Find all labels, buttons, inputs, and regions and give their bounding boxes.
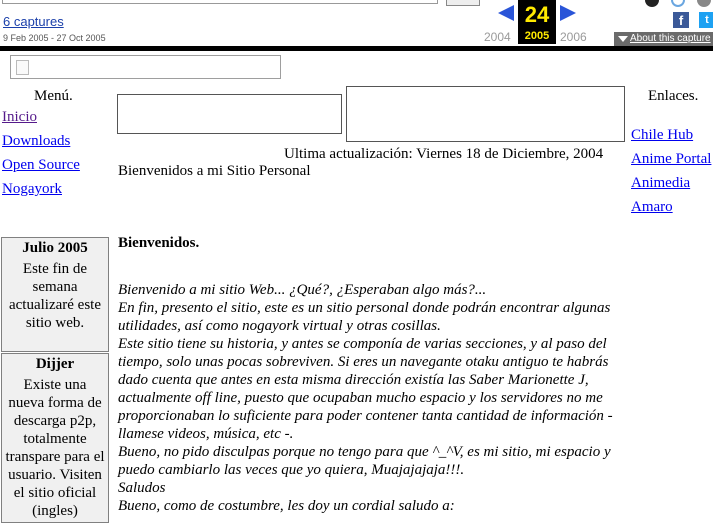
- capture-day: 24: [524, 2, 550, 27]
- facebook-icon[interactable]: f: [673, 12, 689, 28]
- menu-link-inicio[interactable]: Inicio: [2, 109, 37, 126]
- link-chile-hub[interactable]: Chile Hub: [631, 127, 693, 144]
- capture-date-range: 9 Feb 2005 - 27 Oct 2005: [3, 33, 106, 43]
- content-body: Bienvenido a mi sitio Web... ¿Qué?, ¿Esp…: [118, 281, 618, 515]
- url-input[interactable]: [2, 0, 438, 4]
- menu-link-open-source[interactable]: Open Source: [2, 157, 80, 174]
- prev-year-link[interactable]: 2004: [484, 30, 511, 44]
- news-box-dijjer: Dijjer Existe una nueva forma de descarg…: [1, 353, 109, 523]
- links-title: Enlaces.: [648, 88, 699, 104]
- content-paragraph: Bienvenido a mi sitio Web... ¿Qué?, ¿Esp…: [118, 282, 487, 298]
- content-title: Bienvenidos.: [118, 235, 200, 251]
- twitter-icon[interactable]: t: [699, 12, 713, 28]
- welcome-heading: Bienvenidos a mi Sitio Personal: [118, 163, 311, 179]
- menu-title: Menú.: [34, 88, 73, 104]
- news-box-body: Este fin de semana actualizaré este siti…: [8, 261, 101, 331]
- triangle-down-icon: [618, 36, 628, 42]
- next-year-link[interactable]: 2006: [560, 30, 587, 44]
- about-capture-label: About this capture: [630, 33, 711, 44]
- prev-capture-arrow-icon[interactable]: [498, 5, 514, 21]
- user-icon[interactable]: [645, 0, 659, 7]
- content-paragraph: Bueno, no pido disculpas porque no tengo…: [118, 444, 611, 478]
- link-animedia[interactable]: Animedia: [631, 175, 690, 192]
- menu-link-downloads[interactable]: Downloads: [2, 133, 70, 150]
- capture-year: 2005: [524, 30, 550, 42]
- menu-link-nogayork[interactable]: Nogayork: [2, 181, 62, 198]
- news-box-julio: Julio 2005 Este fin de semana actualizar…: [1, 237, 109, 352]
- content-paragraph: Este sitio tiene su historia, y antes se…: [118, 336, 613, 442]
- last-updated-text: Ultima actualización: Viernes 18 de Dici…: [284, 146, 604, 162]
- link-anime-portal[interactable]: Anime Portal: [631, 151, 711, 168]
- toolbar-border: [0, 46, 713, 51]
- go-button[interactable]: [446, 0, 480, 6]
- about-capture-button[interactable]: About this capture: [614, 32, 713, 46]
- wayback-toolbar: 6 captures 9 Feb 2005 - 27 Oct 2005 24 2…: [0, 0, 713, 51]
- current-capture-date: 24 2005: [518, 0, 556, 44]
- content-paragraph: En fin, presento el sitio, este es un si…: [118, 300, 611, 334]
- banner-image: [10, 55, 281, 79]
- info-icon[interactable]: [671, 0, 685, 7]
- news-box-title: Dijjer: [35, 356, 75, 372]
- content-paragraph: Saludos: [118, 480, 166, 496]
- link-amaro[interactable]: Amaro: [631, 199, 673, 216]
- broken-image-icon: [16, 60, 29, 75]
- next-capture-arrow-icon[interactable]: [560, 5, 576, 21]
- news-box-title: Julio 2005: [22, 240, 88, 256]
- close-icon[interactable]: [697, 0, 711, 7]
- header-image-box-left: [117, 94, 342, 134]
- content-paragraph: Bueno, como de costumbre, les doy un cor…: [118, 498, 455, 514]
- header-image-box-right: [346, 86, 625, 142]
- captures-link[interactable]: 6 captures: [3, 14, 64, 29]
- news-box-body: Existe una nueva forma de descarga p2p, …: [5, 377, 105, 519]
